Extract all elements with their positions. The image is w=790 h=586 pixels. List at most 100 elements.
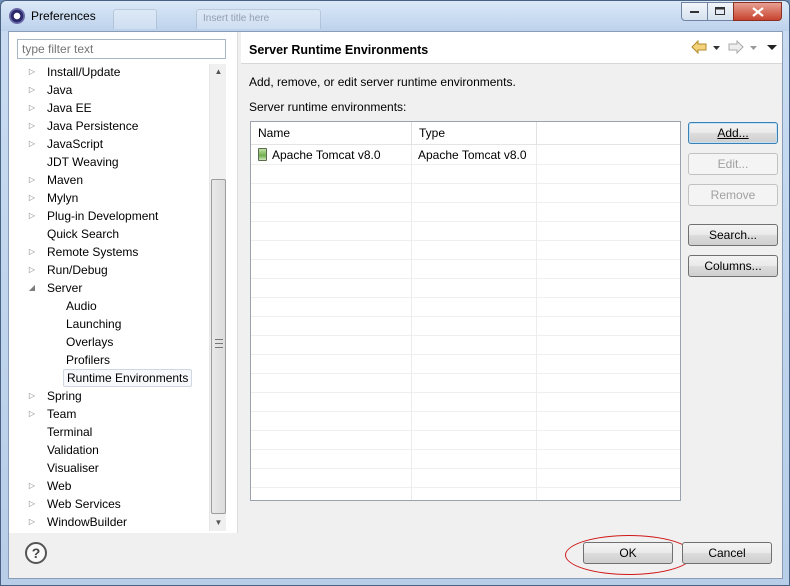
table-row xyxy=(251,469,680,488)
columns-button[interactable]: Columns... xyxy=(688,255,778,277)
tree-item[interactable]: ▷ Team xyxy=(17,405,209,423)
add-button[interactable]: Add... xyxy=(688,122,778,144)
table-row xyxy=(251,450,680,469)
collapsed-arrow-icon[interactable]: ▷ xyxy=(27,171,37,189)
page-header: Server Runtime Environments xyxy=(241,32,782,64)
tree-item[interactable]: Visualiser xyxy=(17,459,209,477)
add-button-label: Add... xyxy=(717,126,749,140)
tree-item[interactable]: ▷ Java xyxy=(17,81,209,99)
chevron-down-icon xyxy=(750,46,757,50)
filter-input[interactable] xyxy=(17,39,226,59)
tree-item-label: Java EE xyxy=(47,101,92,115)
title-bar[interactable]: Preferences Insert title here xyxy=(1,1,789,31)
table-row[interactable]: Apache Tomcat v8.0 Apache Tomcat v8.0 xyxy=(251,146,680,165)
tree-item[interactable]: JDT Weaving xyxy=(17,153,209,171)
back-arrow-icon xyxy=(691,39,707,55)
tree-item[interactable]: ▷ Mylyn xyxy=(17,189,209,207)
table-row xyxy=(251,336,680,355)
tree-item-label: Java xyxy=(47,83,73,97)
tree-item[interactable]: ▷ Remote Systems xyxy=(17,243,209,261)
collapsed-arrow-icon[interactable]: ▷ xyxy=(27,243,37,261)
tree-item[interactable]: ▷ Spring xyxy=(17,387,209,405)
remove-button[interactable]: Remove xyxy=(688,184,778,206)
maximize-button[interactable] xyxy=(707,2,734,21)
tree-item[interactable]: ▷ Web xyxy=(17,477,209,495)
tree-item-label: Spring xyxy=(47,389,82,403)
preferences-tree-panel: ▷ Install/Update ▷ Java ▷ Java EE ▷ Java Persis… xyxy=(9,32,237,534)
forward-button[interactable] xyxy=(728,39,744,56)
tree-item[interactable]: ▷ Java EE xyxy=(17,99,209,117)
tree-item[interactable]: ▷ Install/Update xyxy=(17,63,209,81)
collapsed-arrow-icon[interactable]: ▷ xyxy=(27,513,37,531)
tree-item-label: Audio xyxy=(66,299,97,313)
tree-item[interactable]: ▷ Plug-in Development xyxy=(17,207,209,225)
forward-menu-button[interactable] xyxy=(749,40,758,56)
table-row xyxy=(251,184,680,203)
collapsed-arrow-icon[interactable]: ▷ xyxy=(27,117,37,135)
collapsed-arrow-icon[interactable]: ▷ xyxy=(27,63,37,81)
tree-item[interactable]: Audio xyxy=(17,297,209,315)
tree-item-label: Mylyn xyxy=(47,191,79,205)
dialog-button-bar: ? OK Cancel xyxy=(8,533,783,579)
ok-button-label: OK xyxy=(619,546,637,560)
tree-item[interactable]: ▷ Run/Debug xyxy=(17,261,209,279)
scroll-down-icon[interactable]: ▼ xyxy=(210,515,227,531)
tree-item[interactable]: Terminal xyxy=(17,423,209,441)
server-icon xyxy=(258,148,267,161)
collapsed-arrow-icon[interactable]: ▷ xyxy=(27,189,37,207)
expanded-arrow-icon[interactable]: ◢ xyxy=(27,279,37,297)
tree-item[interactable]: ◢ Server xyxy=(17,279,209,297)
column-header-type[interactable]: Type xyxy=(412,122,537,145)
close-window-button[interactable] xyxy=(733,2,782,21)
edit-button[interactable]: Edit... xyxy=(688,153,778,175)
collapsed-arrow-icon[interactable]: ▷ xyxy=(27,261,37,279)
collapsed-arrow-icon[interactable]: ▷ xyxy=(27,477,37,495)
tree-item[interactable]: Overlays xyxy=(17,333,209,351)
collapsed-arrow-icon[interactable]: ▷ xyxy=(27,135,37,153)
scroll-up-icon[interactable]: ▲ xyxy=(210,64,227,80)
collapsed-arrow-icon[interactable]: ▷ xyxy=(27,387,37,405)
column-divider xyxy=(536,145,537,500)
tree-item[interactable]: Validation xyxy=(17,441,209,459)
grip-icon xyxy=(215,339,223,348)
tree-item[interactable]: ▷ WindowBuilder xyxy=(17,513,209,531)
tree-item[interactable]: Quick Search xyxy=(17,225,209,243)
collapsed-arrow-icon[interactable]: ▷ xyxy=(27,207,37,225)
table-row xyxy=(251,165,680,184)
window-title: Preferences xyxy=(31,9,96,23)
collapsed-arrow-icon[interactable]: ▷ xyxy=(27,99,37,117)
table-row xyxy=(251,431,680,450)
edit-button-label: Edit... xyxy=(717,157,749,171)
tree-item[interactable]: ▷ JavaScript xyxy=(17,135,209,153)
tree-item[interactable]: ▷ Web Services xyxy=(17,495,209,513)
minimize-icon xyxy=(689,10,699,13)
help-icon[interactable]: ? xyxy=(25,542,47,564)
table-row xyxy=(251,222,680,241)
tree-item[interactable]: Launching xyxy=(17,315,209,333)
column-header-name[interactable]: Name xyxy=(251,122,412,145)
scroll-thumb[interactable] xyxy=(211,179,226,514)
back-button[interactable] xyxy=(691,39,707,56)
preferences-tree[interactable]: ▷ Install/Update ▷ Java ▷ Java EE ▷ Java Persis… xyxy=(17,63,209,531)
tree-item[interactable]: Profilers xyxy=(17,351,209,369)
search-button[interactable]: Search... xyxy=(688,224,778,246)
view-menu-button[interactable] xyxy=(767,40,778,56)
tree-item-label: Launching xyxy=(66,317,122,331)
collapsed-arrow-icon[interactable]: ▷ xyxy=(27,81,37,99)
cancel-button[interactable]: Cancel xyxy=(682,542,772,564)
runtime-table[interactable]: Name Type Apache Tomcat v8.0 Apache Tomca… xyxy=(250,121,681,501)
collapsed-arrow-icon[interactable]: ▷ xyxy=(27,495,37,513)
back-menu-button[interactable] xyxy=(712,40,721,56)
collapsed-arrow-icon[interactable]: ▷ xyxy=(27,405,37,423)
tree-item-label: Server xyxy=(47,281,83,295)
minimize-button[interactable] xyxy=(681,2,708,21)
ok-button[interactable]: OK xyxy=(583,542,673,564)
preferences-window: Preferences Insert title here ▷ Install/U… xyxy=(0,0,790,586)
tree-item[interactable]: ▷ Maven xyxy=(17,171,209,189)
tree-scrollbar[interactable]: ▲ ▼ xyxy=(209,64,226,531)
tree-item[interactable]: Runtime Environments xyxy=(17,369,209,387)
tree-item[interactable]: ▷ Java Persistence xyxy=(17,117,209,135)
columns-button-label: Columns... xyxy=(704,259,762,273)
cancel-button-label: Cancel xyxy=(708,546,746,560)
cell-name-text: Apache Tomcat v8.0 xyxy=(272,148,381,162)
